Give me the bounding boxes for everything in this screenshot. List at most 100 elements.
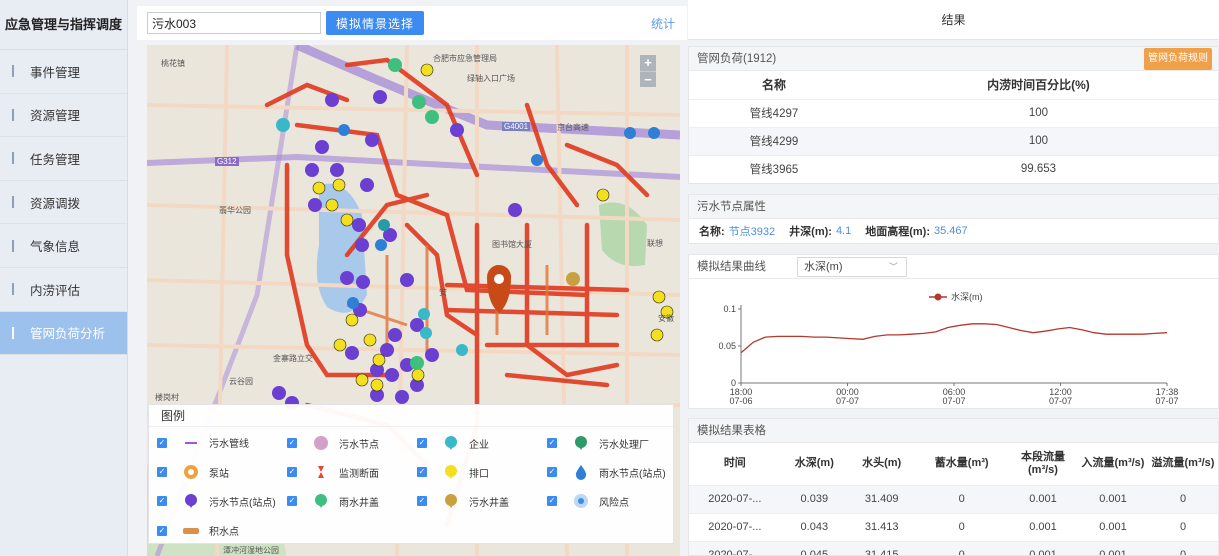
x-tick-label-date: 07-06 bbox=[729, 396, 752, 406]
x-tick-label-date: 07-07 bbox=[1049, 396, 1072, 406]
scenario-select-button[interactable]: 模拟情景选择 bbox=[326, 11, 425, 35]
stats-link[interactable]: 统计 bbox=[651, 15, 675, 32]
legend-title: 图例 bbox=[149, 405, 673, 427]
curve-metric-select[interactable]: 水深(m) ﹀ bbox=[797, 257, 907, 277]
sidebar-item-dispatch[interactable]: 资源调拨 bbox=[0, 181, 127, 225]
sidebar: 应急管理与指挥调度 事件管理 资源管理 任务管理 资源调拨 气象信息 内涝评估 … bbox=[0, 0, 128, 556]
legend-item[interactable]: ✓ 积水点 bbox=[157, 523, 239, 538]
checkbox[interactable]: ✓ bbox=[287, 438, 297, 448]
column-header: 溢流量(m³/s) bbox=[1148, 443, 1218, 485]
pump-station-icon bbox=[181, 464, 201, 480]
checkbox[interactable]: ✓ bbox=[157, 525, 167, 536]
legend-item[interactable]: ✓ 污水井盖 bbox=[417, 493, 509, 509]
outfall-icon bbox=[441, 464, 461, 480]
series-line-water-depth bbox=[740, 323, 1168, 354]
sidebar-item-waterlogging[interactable]: 内涝评估 bbox=[0, 268, 127, 312]
legend-item[interactable]: ✓ 污水处理厂 bbox=[547, 435, 649, 451]
map-label: 金寨路立交 bbox=[273, 354, 313, 363]
table-row[interactable]: 2020-07-... 0.039 31.409 0 0.001 0.001 0 bbox=[689, 484, 1218, 513]
column-header: 内涝时间百分比(%) bbox=[858, 71, 1218, 99]
column-header: 名称 bbox=[689, 71, 859, 99]
legend-item[interactable]: ✓ 雨水节点(站点) bbox=[547, 464, 666, 480]
location-pin-icon bbox=[487, 265, 511, 313]
table-row[interactable]: 管线3965 99.653 bbox=[689, 154, 1218, 183]
map-label: G4001 bbox=[502, 122, 531, 131]
column-header: 水头(m) bbox=[847, 443, 916, 485]
checkbox[interactable]: ✓ bbox=[157, 467, 167, 477]
chevron-down-icon: ﹀ bbox=[888, 262, 898, 272]
map-label: 绿轴入口广场 bbox=[467, 74, 515, 83]
sidebar-item-event[interactable]: 事件管理 bbox=[0, 50, 127, 94]
legend-marker bbox=[934, 293, 942, 301]
checkbox[interactable]: ✓ bbox=[157, 496, 167, 506]
sewage-node-station-icon bbox=[181, 493, 201, 509]
pipe-load-title: 管网负荷(1912) bbox=[697, 53, 777, 65]
checkbox[interactable]: ✓ bbox=[417, 467, 427, 477]
water-depth-chart: 0.10.05018:0007-0600:0007-0706:0007-0712… bbox=[718, 291, 1178, 406]
checkbox[interactable]: ✓ bbox=[417, 438, 427, 448]
risk-point-icon bbox=[571, 493, 591, 509]
scenario-input[interactable] bbox=[147, 12, 321, 34]
x-tick-label-date: 07-07 bbox=[942, 396, 965, 406]
legend-item[interactable]: ✓ 泵站 bbox=[157, 464, 229, 480]
results-card: 模拟结果表格 时间 水深(m) 水头(m) 蓄水量(m³) 本段流量(m³/s)… bbox=[688, 418, 1219, 556]
enterprise-icon bbox=[441, 435, 461, 451]
well-depth-label: 井深(m): bbox=[789, 226, 832, 238]
checkbox[interactable]: ✓ bbox=[157, 437, 167, 448]
checkbox[interactable]: ✓ bbox=[547, 438, 557, 448]
map-label: 潭冲河湿地公园 bbox=[223, 546, 279, 555]
checkbox[interactable]: ✓ bbox=[287, 467, 297, 477]
legend-label: 水深(m) bbox=[951, 291, 983, 302]
checkbox[interactable]: ✓ bbox=[417, 496, 427, 506]
map-label: 安 bbox=[439, 288, 447, 297]
map-label: 桃花镇 bbox=[161, 59, 185, 68]
legend-item[interactable]: ✓ 污水节点 bbox=[287, 435, 379, 451]
legend-item[interactable]: ✓ 监测断面 bbox=[287, 464, 379, 480]
checkbox[interactable]: ✓ bbox=[287, 496, 297, 506]
legend-item[interactable]: ✓ 污水节点(站点) bbox=[157, 493, 276, 509]
legend-item[interactable]: ✓ 污水管线 bbox=[157, 435, 249, 450]
legend-item[interactable]: ✓ 雨水井盖 bbox=[287, 493, 379, 509]
results-title: 模拟结果表格 bbox=[689, 419, 1218, 443]
table-row[interactable]: 2020-07-... 0.043 31.413 0 0.001 0.001 0 bbox=[689, 512, 1218, 541]
legend-item[interactable]: ✓ 排口 bbox=[417, 464, 489, 480]
node-attr-card: 污水节点属性 名称: 节点3932 井深(m): 4.1 地面高程(m): 35… bbox=[688, 194, 1219, 244]
sidebar-item-pipe-load[interactable]: 管网负荷分析 bbox=[0, 311, 127, 356]
map-label: 联想 bbox=[647, 239, 663, 248]
monitor-section-icon bbox=[311, 464, 331, 480]
legend-item[interactable]: ✓ 企业 bbox=[417, 435, 489, 451]
node-name-label: 名称: bbox=[699, 226, 725, 238]
sewage-manhole-icon bbox=[441, 493, 461, 509]
checkbox[interactable]: ✓ bbox=[547, 467, 557, 477]
map-label: 翡华公园 bbox=[219, 206, 251, 215]
legend-item[interactable]: ✓ 风险点 bbox=[547, 493, 629, 509]
park-shape bbox=[599, 202, 647, 266]
toolbar: 模拟情景选择 统计 bbox=[137, 6, 687, 40]
map-label: 京台高速 bbox=[557, 123, 589, 132]
zoom-in-button[interactable]: + bbox=[640, 55, 656, 71]
x-tick-label-date: 07-07 bbox=[1155, 396, 1178, 406]
result-panel: 结果 管网负荷(1912) 管网负荷规则 名称 内涝时间百分比(%) 管线429… bbox=[688, 0, 1219, 556]
map-label: 安徽 bbox=[658, 314, 674, 323]
y-tick-label: 0.05 bbox=[718, 341, 736, 351]
map-legend: 图例 ✓ 污水管线 ✓ 污水节点 ✓ 企业 ✓ 污水处理厂 ✓ 泵站 ✓ 监测断面 ✓ 排口 … bbox=[148, 404, 674, 544]
checkbox[interactable]: ✓ bbox=[547, 496, 557, 506]
pipe-load-table: 名称 内涝时间百分比(%) 管线4297 100 管线4299 100 管线3965… bbox=[689, 71, 1218, 183]
y-tick-label: 0.1 bbox=[723, 304, 736, 314]
sidebar-item-resource[interactable]: 资源管理 bbox=[0, 94, 127, 138]
sidebar-item-weather[interactable]: 气象信息 bbox=[0, 224, 127, 268]
zoom-out-button[interactable]: − bbox=[640, 71, 656, 87]
pipe-load-rule-button[interactable]: 管网负荷规则 bbox=[1144, 48, 1212, 70]
node-name-value: 节点3932 bbox=[728, 226, 776, 238]
map-label: G312 bbox=[215, 157, 239, 166]
curve-card: 模拟结果曲线 水深(m) ﹀ 0.1 0.05 0 18:00 07-06 00:00 07… bbox=[688, 254, 1219, 409]
curve-title: 模拟结果曲线 bbox=[697, 261, 766, 273]
ponding-point-icon bbox=[181, 526, 201, 536]
column-header: 本段流量(m³/s) bbox=[1008, 443, 1078, 485]
sidebar-item-task[interactable]: 任务管理 bbox=[0, 137, 127, 181]
table-row[interactable]: 管线4297 100 bbox=[689, 98, 1218, 127]
table-row[interactable]: 管线4299 100 bbox=[689, 126, 1218, 155]
map-label: 图书馆大厦 bbox=[492, 240, 532, 249]
node-attr-title: 污水节点属性 bbox=[689, 195, 1218, 219]
table-row[interactable]: 2020-07-... 0.045 31.415 0 0.001 0.001 0 bbox=[689, 540, 1218, 555]
